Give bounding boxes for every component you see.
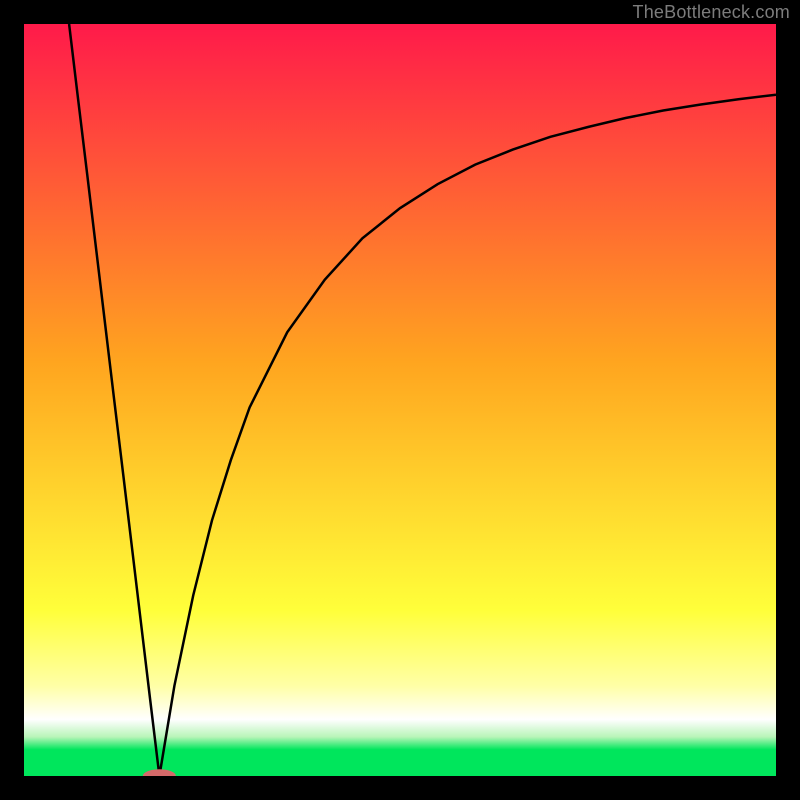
gradient-background [24, 24, 776, 776]
chart-frame: TheBottleneck.com [0, 0, 800, 800]
chart-canvas [24, 24, 776, 776]
watermark-text: TheBottleneck.com [633, 2, 790, 23]
